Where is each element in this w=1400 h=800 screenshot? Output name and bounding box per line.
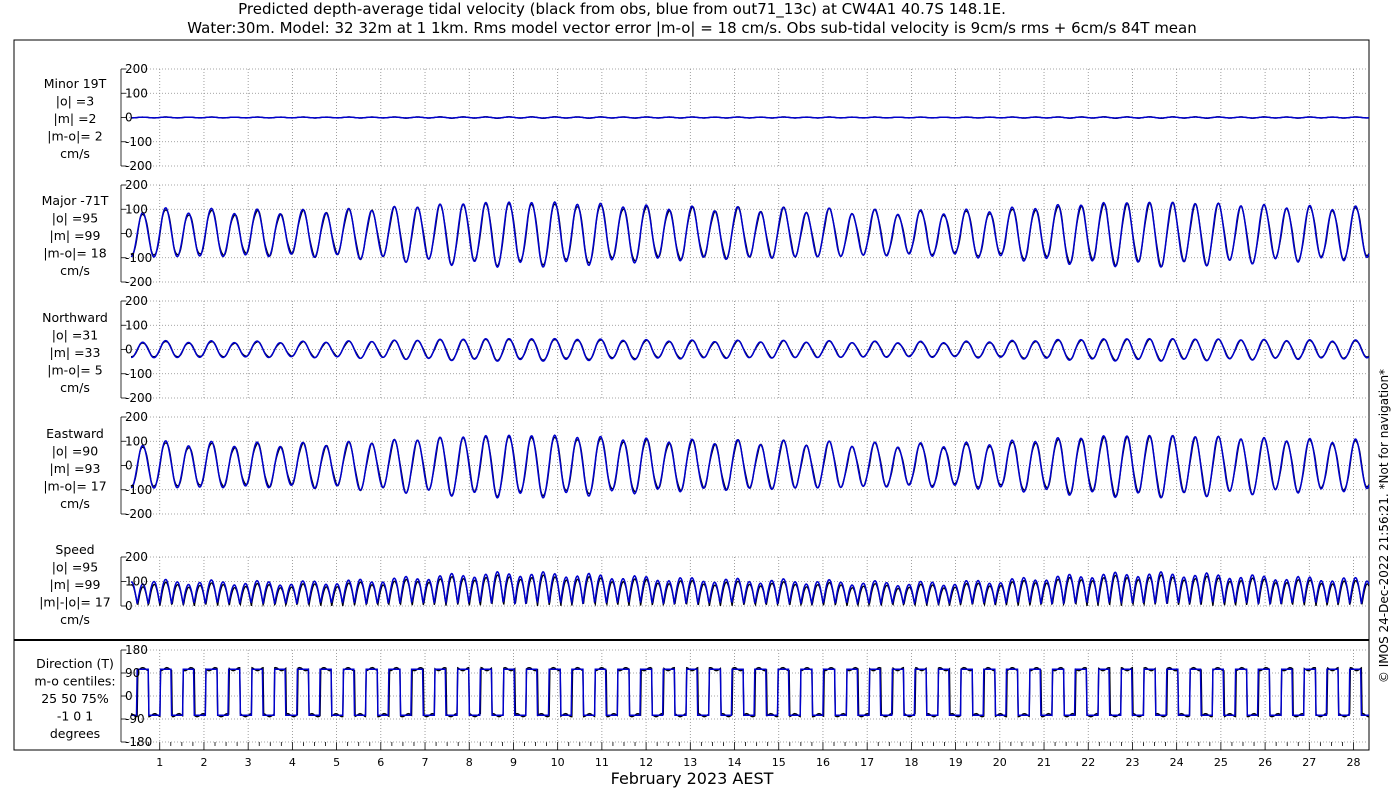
text-layer: 1 2 3 4 5 6 7 8 9 10 11 12 13 14 15 16 17 18 19 20 21 22 23 24 2… [34,62,1360,769]
panel-stat-label: |m-o|= 17 [43,479,106,494]
panel-stat-label: |m| =33 [50,345,101,360]
obs-series-line [130,666,1369,718]
x-tick-label: 26 [1258,756,1272,769]
x-tick-label: 18 [904,756,918,769]
panel-stat-label: |o| =3 [56,94,94,109]
y-tick-label: -100 [125,483,152,497]
x-tick-label: 14 [728,756,742,769]
x-tick-label: 3 [245,756,252,769]
panel-stat-label: cm/s [60,380,90,395]
panel-stat-label: cm/s [60,612,90,627]
x-tick-label: 11 [595,756,609,769]
x-tick-label: 10 [551,756,565,769]
panel-stat-label: cm/s [60,496,90,511]
model-series-line [130,116,1369,119]
y-tick-label: -90 [125,712,145,726]
x-tick-label: 25 [1214,756,1228,769]
y-tick-label: 100 [125,86,148,100]
panel-stat-label: |m|-|o|= 17 [39,595,111,610]
panel-stat-label: degrees [50,726,100,741]
y-tick-label: 100 [125,318,148,332]
model-series-line [130,434,1370,499]
panel-stat-label: |o| =90 [52,444,98,459]
panel-stat-label: 25 50 75% [41,691,109,706]
y-tick-label: -200 [125,159,152,173]
panel-stat-label: Direction (T) [36,656,114,671]
panel-stat-label: Eastward [46,426,104,441]
panel-stat-label: |o| =95 [52,560,98,575]
x-tick-label: 12 [639,756,653,769]
chart-title-line2: Water:30m. Model: 32 32m at 1 1km. Rms m… [187,19,1196,37]
grid-layer [120,68,1369,750]
y-tick-label: 200 [125,294,148,308]
y-tick-label: 0 [125,111,133,125]
tidal-velocity-figure: Predicted depth-average tidal velocity (… [13,0,1391,788]
panel-stat-label: Major -71T [42,193,109,208]
footer-credit: © IMOS 24-Dec-2022 21:56:21. *Not for na… [1377,369,1391,683]
model-series-line [131,668,1369,716]
panel-stat-label: |m-o|= 18 [43,246,106,261]
panel-stat-label: |m-o|= 2 [47,129,102,144]
x-tick-label: 8 [466,756,473,769]
x-tick-label: 19 [949,756,963,769]
panel-stat-label: |m| =99 [50,577,101,592]
x-tick-label: 2 [200,756,207,769]
x-tick-label: 24 [1170,756,1184,769]
x-axis-label: February 2023 AEST [611,769,774,788]
y-tick-label: 100 [125,575,148,589]
y-tick-label: -100 [125,135,152,149]
panel-stat-label: |m-o|= 5 [47,363,102,378]
panel-stat-label: cm/s [60,146,90,161]
y-tick-label: -200 [125,391,152,405]
y-tick-label: -200 [125,275,152,289]
x-tick-label: 23 [1125,756,1139,769]
panel-stat-label: |m| =93 [50,461,101,476]
y-tick-label: 200 [125,410,148,424]
y-tick-label: 200 [125,178,148,192]
panel-stat-label: m-o centiles: [34,674,115,689]
x-tick-label: 22 [1081,756,1095,769]
panel-stat-label: |o| =95 [52,211,98,226]
x-tick-label: 1 [156,756,163,769]
x-tick-label: 15 [772,756,786,769]
y-tick-label: -100 [125,251,152,265]
x-tick-label: 27 [1302,756,1316,769]
panel-stat-label: Speed [55,542,94,557]
y-tick-label: 0 [125,343,133,357]
x-tick-label: 17 [860,756,874,769]
chart-title-line1: Predicted depth-average tidal velocity (… [238,0,1006,19]
x-tick-label: 20 [993,756,1007,769]
panel-stat-label: |m| =99 [50,228,101,243]
y-tick-label: 0 [125,227,133,241]
y-tick-label: 200 [125,62,148,76]
x-tick-label: 16 [816,756,830,769]
x-tick-label: 6 [377,756,384,769]
x-tick-label: 5 [333,756,340,769]
x-tick-label: 9 [510,756,517,769]
x-tick-label: 4 [289,756,296,769]
y-tick-label: 0 [125,459,133,473]
y-tick-label: 0 [125,599,133,613]
y-tick-label: 0 [125,689,133,703]
y-tick-label: -200 [125,507,152,521]
y-tick-label: -100 [125,367,152,381]
panel-stat-label: Minor 19T [44,76,107,91]
panel-stat-label: cm/s [60,263,90,278]
x-tick-label: 7 [422,756,429,769]
x-tick-label: 13 [683,756,697,769]
y-tick-label: 100 [125,434,148,448]
panel-stat-label: -1 0 1 [57,709,93,724]
x-tick-label: 21 [1037,756,1051,769]
y-tick-label: -180 [125,735,152,749]
y-tick-label: 180 [125,643,148,657]
y-tick-label: 200 [125,550,148,564]
panel-stat-label: Northward [42,310,108,325]
y-tick-label: 90 [125,666,140,680]
obs-series-line [130,574,1370,608]
x-tick-label: 28 [1347,756,1361,769]
panel-stat-label: |o| =31 [52,328,98,343]
y-tick-label: 100 [125,202,148,216]
panel-stat-label: |m| =2 [54,111,97,126]
